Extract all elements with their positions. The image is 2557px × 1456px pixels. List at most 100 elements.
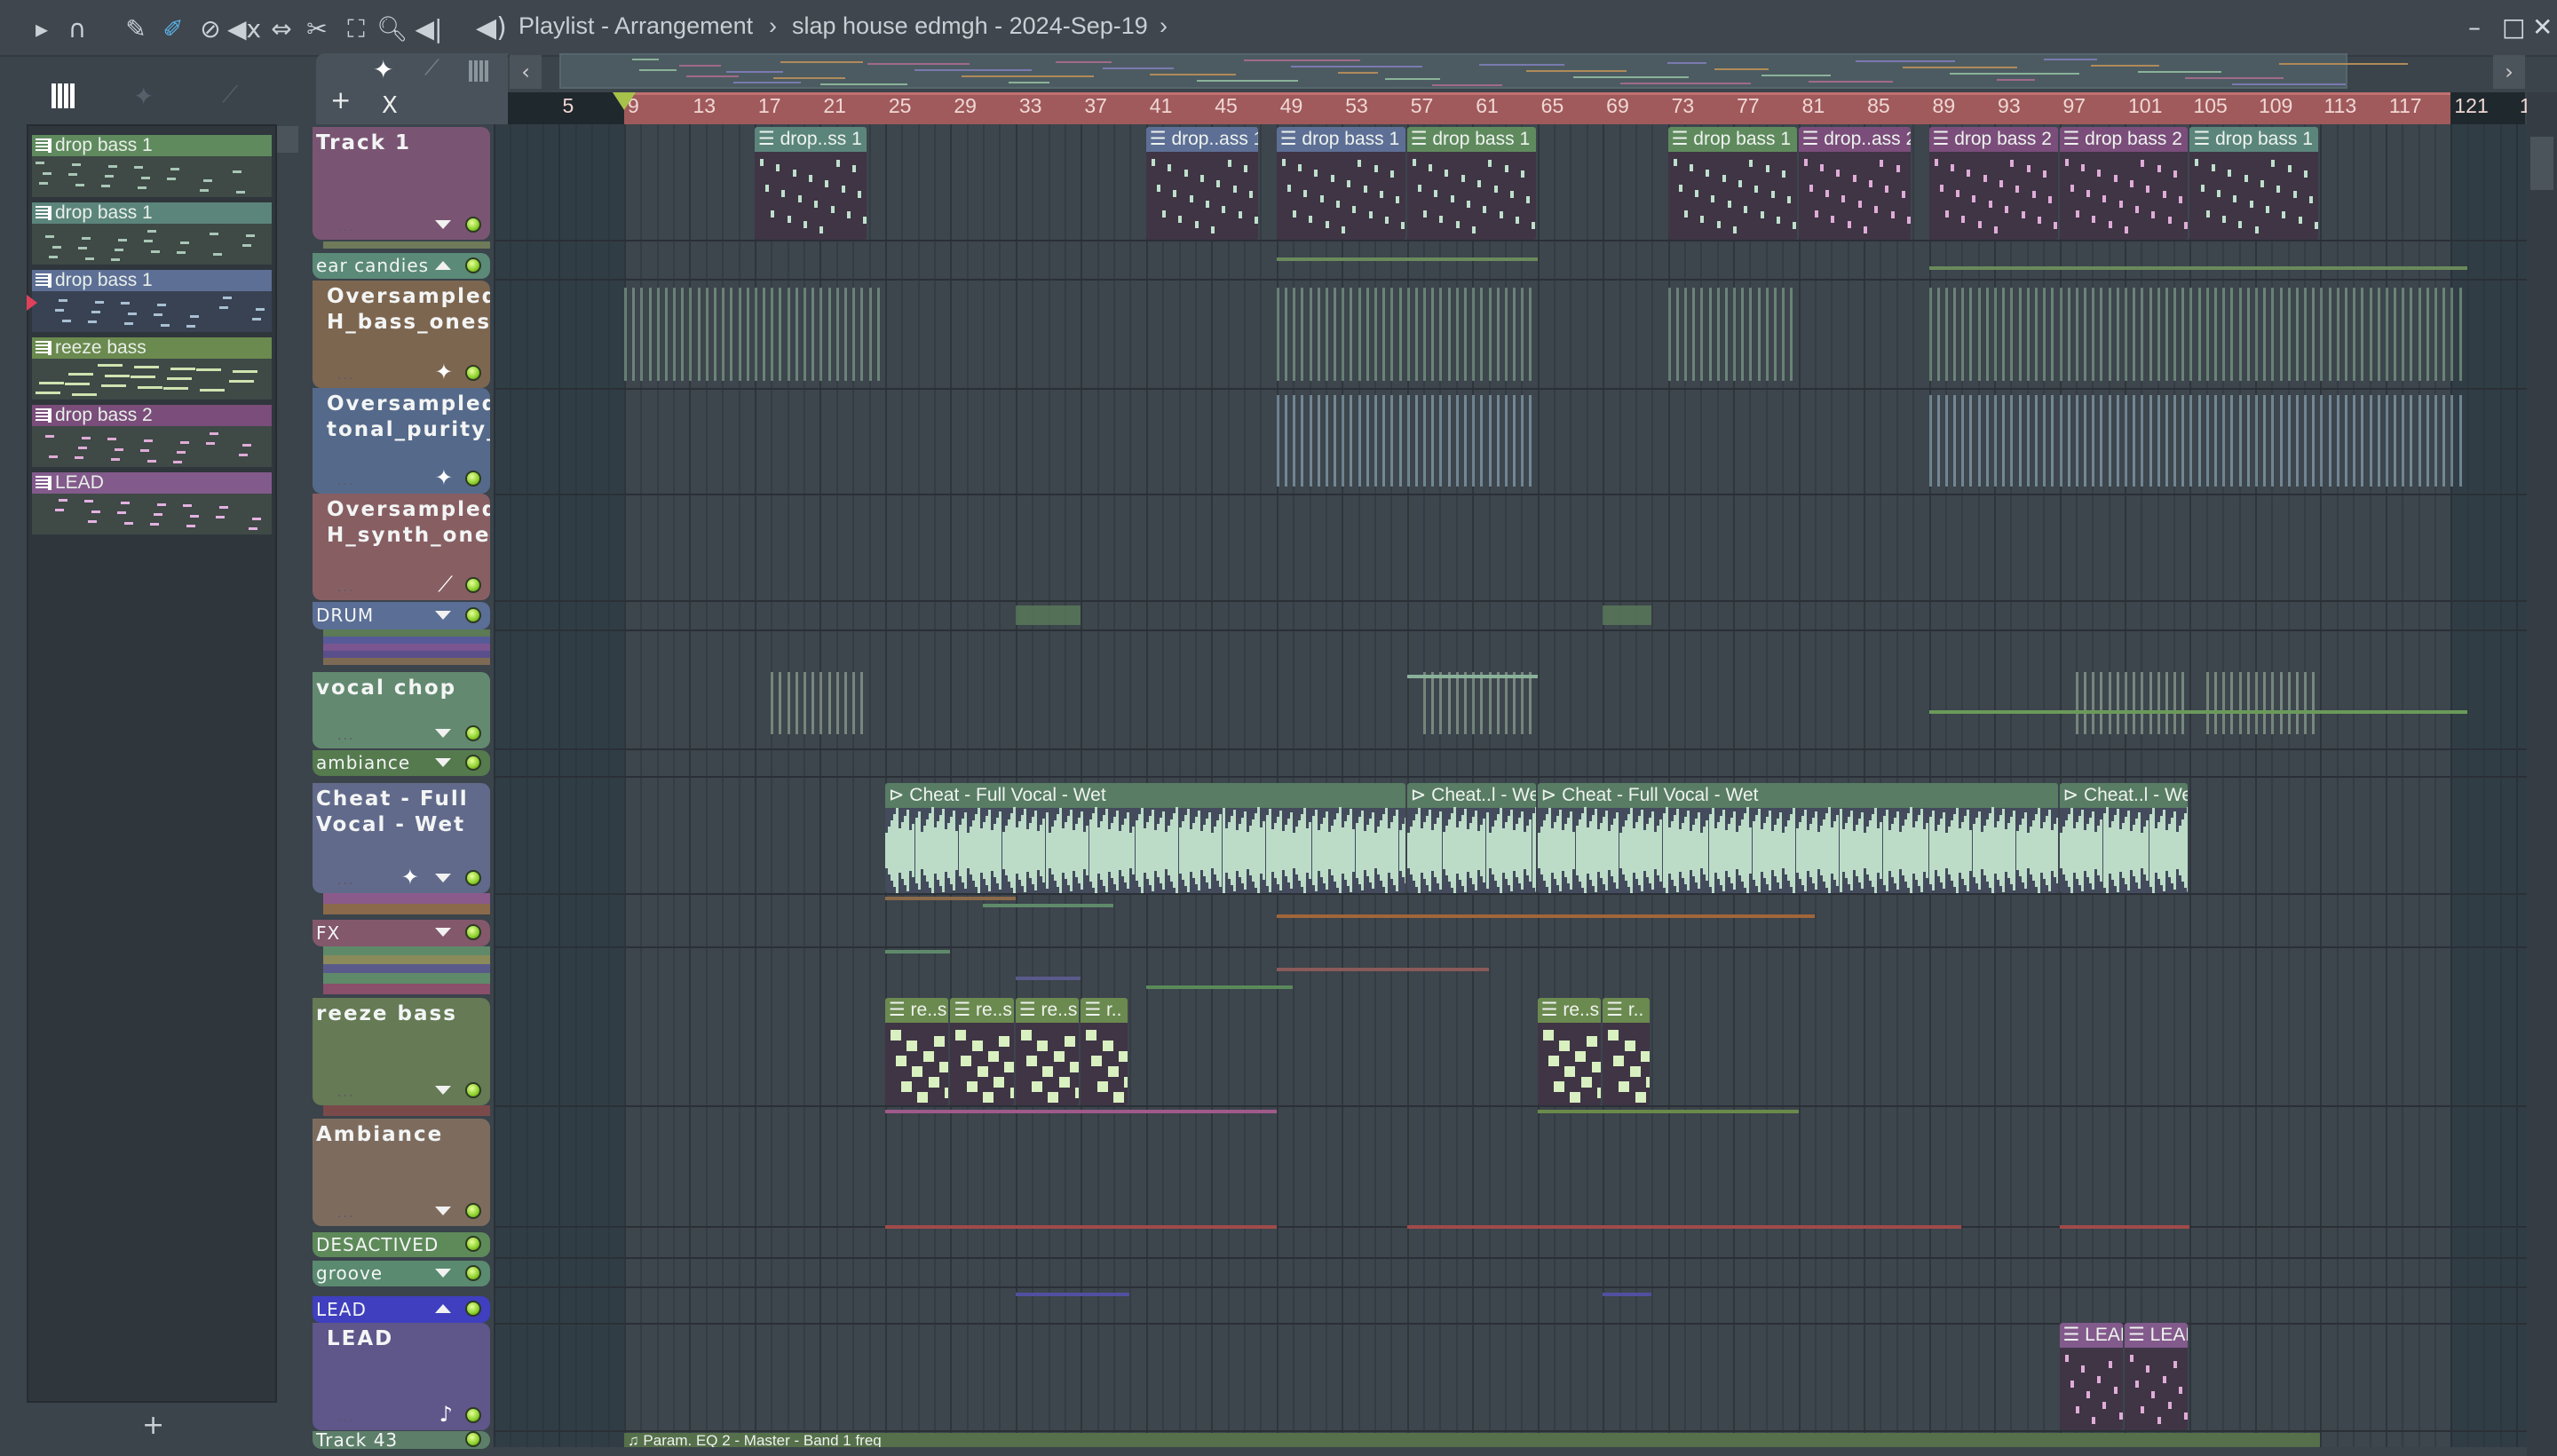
audio-clip-slice[interactable] <box>1464 672 1467 734</box>
track-menu-icon[interactable]: ... <box>337 474 354 488</box>
audio-clip-slice[interactable] <box>697 288 701 381</box>
audio-clip-slice[interactable] <box>1317 288 1320 381</box>
audio-clip-slice[interactable] <box>2279 288 2283 381</box>
expand-arrow-icon[interactable] <box>435 757 451 767</box>
track-enable-led[interactable] <box>465 725 481 741</box>
audio-clip-slice[interactable] <box>2402 395 2405 487</box>
audio-clip-slice[interactable] <box>2442 288 2446 381</box>
audio-clip-slice[interactable] <box>1521 395 1524 487</box>
pattern-clip[interactable]: ☰ re..s <box>884 998 949 1105</box>
audio-clip-slice[interactable] <box>2189 288 2193 381</box>
audio-clip-slice[interactable] <box>819 288 823 381</box>
audio-clip-slice[interactable] <box>2149 395 2152 487</box>
audio-clip-slice[interactable] <box>2312 288 2316 381</box>
audio-clip-slice[interactable] <box>1472 395 1476 487</box>
audio-clip-slice[interactable] <box>1366 395 1369 487</box>
audio-clip-slice[interactable] <box>2336 395 2339 487</box>
audio-clip-slice[interactable] <box>2320 395 2323 487</box>
audio-clip-slice[interactable] <box>1928 395 1932 487</box>
expand-arrow-icon[interactable] <box>435 928 451 937</box>
audio-clip-slice[interactable] <box>640 288 644 381</box>
audio-clip-slice[interactable] <box>2254 288 2258 381</box>
track-enable-led[interactable] <box>465 924 481 940</box>
audio-clip-slice[interactable] <box>648 288 652 381</box>
audio-clip-slice[interactable] <box>2287 288 2291 381</box>
audio-clip-slice[interactable] <box>2197 288 2201 381</box>
audio-clip-slice[interactable] <box>2165 395 2168 487</box>
audio-clip-slice[interactable] <box>2263 672 2267 734</box>
track-menu-icon[interactable]: ... <box>337 1086 354 1100</box>
audio-clip-slice[interactable] <box>730 288 733 381</box>
pattern-clip[interactable]: ☰ drop bass 2 <box>1928 127 2058 240</box>
audio-clip-slice[interactable] <box>2075 672 2078 734</box>
track-enable-led[interactable] <box>465 365 481 381</box>
audio-clip-slice[interactable] <box>1953 395 1957 487</box>
audio-clip-slice[interactable] <box>2214 395 2218 487</box>
audio-clip-slice[interactable] <box>1406 395 1410 487</box>
audio-clip-slice[interactable] <box>1675 288 1679 381</box>
audio-clip-slice[interactable] <box>1692 288 1696 381</box>
audio-clip-slice[interactable] <box>787 672 790 734</box>
audio-clip-slice[interactable] <box>795 672 798 734</box>
audio-clip-slice[interactable] <box>2450 288 2454 381</box>
expand-arrow-icon[interactable] <box>435 1207 451 1215</box>
breadcrumb-playlist[interactable]: Playlist - Arrangement <box>519 12 753 40</box>
audio-clip-slice[interactable] <box>1439 672 1443 734</box>
audio-clip-slice[interactable] <box>722 288 725 381</box>
pattern-clip[interactable]: ☰ drop bass 2 <box>2059 127 2189 240</box>
audio-clip-slice[interactable] <box>1455 672 1459 734</box>
audio-clip-slice[interactable] <box>1423 672 1427 734</box>
audio-clip-slice[interactable] <box>1334 395 1337 487</box>
audio-clip-slice[interactable] <box>1496 288 1500 381</box>
audio-clip-slice[interactable] <box>2181 288 2185 381</box>
audio-clip-slice[interactable] <box>754 288 757 381</box>
audio-clip-slice[interactable] <box>1276 288 1279 381</box>
track-header[interactable]: Oversampled_US H_bass_oneshot..... ✦ <box>313 281 490 388</box>
audio-clip-slice[interactable] <box>1961 288 1965 381</box>
audio-clip-slice[interactable] <box>1284 288 1287 381</box>
audio-clip-slice[interactable] <box>2426 395 2429 487</box>
audio-clip-slice[interactable] <box>1309 288 1312 381</box>
track-enable-led[interactable] <box>465 217 481 233</box>
audio-clip-slice[interactable] <box>2361 395 2364 487</box>
audio-clip-slice[interactable] <box>2230 288 2234 381</box>
audio-clip-slice[interactable] <box>2263 288 2267 381</box>
audio-clip-slice[interactable] <box>1406 288 1410 381</box>
audio-clip-slice[interactable] <box>1529 288 1532 381</box>
audio-clip-slice[interactable] <box>2133 672 2136 734</box>
audio-clip-slice[interactable] <box>1994 395 1998 487</box>
audio-clip-slice[interactable] <box>1733 288 1737 381</box>
pattern-picker[interactable]: drop bass 1 drop bass 1 drop bass 1 reeze b… <box>27 124 277 1403</box>
audio-clip-slice[interactable] <box>1700 288 1704 381</box>
pattern-clip[interactable]: ☰ drop bass 1 <box>2189 127 2319 240</box>
audio-clip-slice[interactable] <box>1414 288 1418 381</box>
audio-clip-slice[interactable] <box>779 672 782 734</box>
audio-clip-slice[interactable] <box>1350 288 1353 381</box>
pattern-item[interactable]: LEAD <box>32 472 272 534</box>
audio-clip-slice[interactable] <box>623 288 627 381</box>
audio-clip-slice[interactable] <box>2100 672 2103 734</box>
audio-clip-slice[interactable] <box>1529 672 1532 734</box>
audio-clip-slice[interactable] <box>1301 395 1304 487</box>
audio-clip-slice[interactable] <box>1325 288 1328 381</box>
expand-arrow-icon[interactable] <box>435 1086 451 1095</box>
audio-clip-slice[interactable] <box>2075 288 2078 381</box>
audio-clip-slice[interactable] <box>2361 288 2364 381</box>
audio-clip-slice[interactable] <box>2002 288 2006 381</box>
audio-clip-slice[interactable] <box>2157 395 2160 487</box>
audio-clip[interactable]: ⊳ Cheat..l - Wet <box>2059 783 2189 893</box>
pattern-clip[interactable]: ☰ drop..ass 2 <box>1798 127 1912 240</box>
audio-clip-slice[interactable] <box>2353 395 2356 487</box>
audio-clip-slice[interactable] <box>2067 288 2070 381</box>
playback-icon[interactable]: ◀| <box>414 14 444 44</box>
audio-clip-slice[interactable] <box>2010 395 2014 487</box>
pattern-clip[interactable]: ☰ drop..ass 1 <box>1145 127 1259 240</box>
audio-clip-slice[interactable] <box>763 288 766 381</box>
audio-clip-slice[interactable] <box>1667 288 1671 381</box>
piano-roll-filter-icon[interactable] <box>51 83 76 108</box>
audio-clip-slice[interactable] <box>2010 288 2014 381</box>
track-header[interactable]: Track 1... <box>313 127 490 240</box>
maximize-button[interactable]: □ <box>2502 12 2525 42</box>
audio-clip-slice[interactable] <box>1708 288 1712 381</box>
audio-clip-slice[interactable] <box>1382 395 1386 487</box>
